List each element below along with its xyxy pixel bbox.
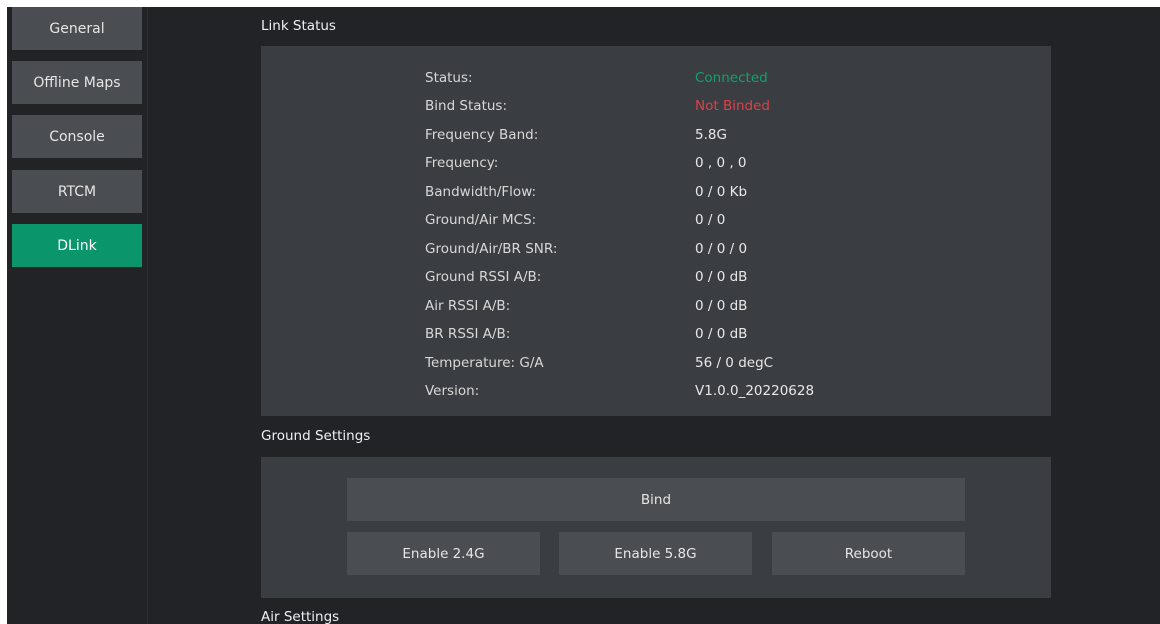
reboot-button[interactable]: Reboot bbox=[772, 532, 965, 575]
sidebar-item-rtcm[interactable]: RTCM bbox=[12, 170, 142, 213]
bind-status-row: Bind Status: Not Binded bbox=[261, 96, 1051, 116]
sidebar-item-console[interactable]: Console bbox=[12, 115, 142, 158]
link-status-panel: Status: Connected Bind Status: Not Binde… bbox=[261, 46, 1051, 416]
enable-24g-button[interactable]: Enable 2.4G bbox=[347, 532, 540, 575]
temperature-value: 56 / 0 degC bbox=[695, 355, 774, 371]
ground-rssi-value: 0 / 0 dB bbox=[695, 269, 748, 285]
temperature-row: Temperature: G/A 56 / 0 degC bbox=[261, 353, 1051, 373]
ground-settings-title: Ground Settings bbox=[261, 428, 371, 444]
link-status-title: Link Status bbox=[261, 18, 336, 34]
enable-58g-button[interactable]: Enable 5.8G bbox=[559, 532, 752, 575]
version-value: V1.0.0_20220628 bbox=[695, 383, 815, 399]
bind-status-value: Not Binded bbox=[695, 98, 770, 114]
status-label: Status: bbox=[425, 70, 473, 86]
temperature-label: Temperature: G/A bbox=[425, 355, 544, 371]
snr-value: 0 / 0 / 0 bbox=[695, 241, 748, 257]
sidebar: General Offline Maps Console RTCM DLink bbox=[7, 7, 148, 624]
br-rssi-row: BR RSSI A/B: 0 / 0 dB bbox=[261, 324, 1051, 344]
app-window: General Offline Maps Console RTCM DLink … bbox=[7, 7, 1160, 624]
sidebar-item-dlink[interactable]: DLink bbox=[12, 224, 142, 267]
snr-label: Ground/Air/BR SNR: bbox=[425, 241, 558, 257]
mcs-row: Ground/Air MCS: 0 / 0 bbox=[261, 210, 1051, 230]
frequency-label: Frequency: bbox=[425, 155, 499, 171]
air-rssi-row: Air RSSI A/B: 0 / 0 dB bbox=[261, 296, 1051, 316]
bind-button[interactable]: Bind bbox=[347, 478, 965, 521]
mcs-value: 0 / 0 bbox=[695, 212, 726, 228]
status-row: Status: Connected bbox=[261, 68, 1051, 88]
ground-rssi-row: Ground RSSI A/B: 0 / 0 dB bbox=[261, 267, 1051, 287]
snr-row: Ground/Air/BR SNR: 0 / 0 / 0 bbox=[261, 239, 1051, 259]
status-value: Connected bbox=[695, 70, 768, 86]
bandwidth-flow-value: 0 / 0 Kb bbox=[695, 184, 748, 200]
ground-rssi-label: Ground RSSI A/B: bbox=[425, 269, 542, 285]
air-rssi-label: Air RSSI A/B: bbox=[425, 298, 511, 314]
sidebar-item-offline-maps[interactable]: Offline Maps bbox=[12, 61, 142, 104]
bind-status-label: Bind Status: bbox=[425, 98, 507, 114]
air-settings-title: Air Settings bbox=[261, 609, 340, 624]
sidebar-item-general[interactable]: General bbox=[12, 7, 142, 50]
bandwidth-flow-label: Bandwidth/Flow: bbox=[425, 184, 537, 200]
version-row: Version: V1.0.0_20220628 bbox=[261, 381, 1051, 401]
frequency-band-value: 5.8G bbox=[695, 127, 727, 143]
air-rssi-value: 0 / 0 dB bbox=[695, 298, 748, 314]
frequency-band-label: Frequency Band: bbox=[425, 127, 539, 143]
mcs-label: Ground/Air MCS: bbox=[425, 212, 537, 228]
frequency-band-row: Frequency Band: 5.8G bbox=[261, 125, 1051, 145]
ground-settings-panel: Bind Enable 2.4G Enable 5.8G Reboot bbox=[261, 457, 1051, 598]
frequency-row: Frequency: 0 , 0 , 0 bbox=[261, 153, 1051, 173]
br-rssi-label: BR RSSI A/B: bbox=[425, 326, 511, 342]
br-rssi-value: 0 / 0 dB bbox=[695, 326, 748, 342]
bandwidth-flow-row: Bandwidth/Flow: 0 / 0 Kb bbox=[261, 182, 1051, 202]
version-label: Version: bbox=[425, 383, 480, 399]
frequency-value: 0 , 0 , 0 bbox=[695, 155, 747, 171]
